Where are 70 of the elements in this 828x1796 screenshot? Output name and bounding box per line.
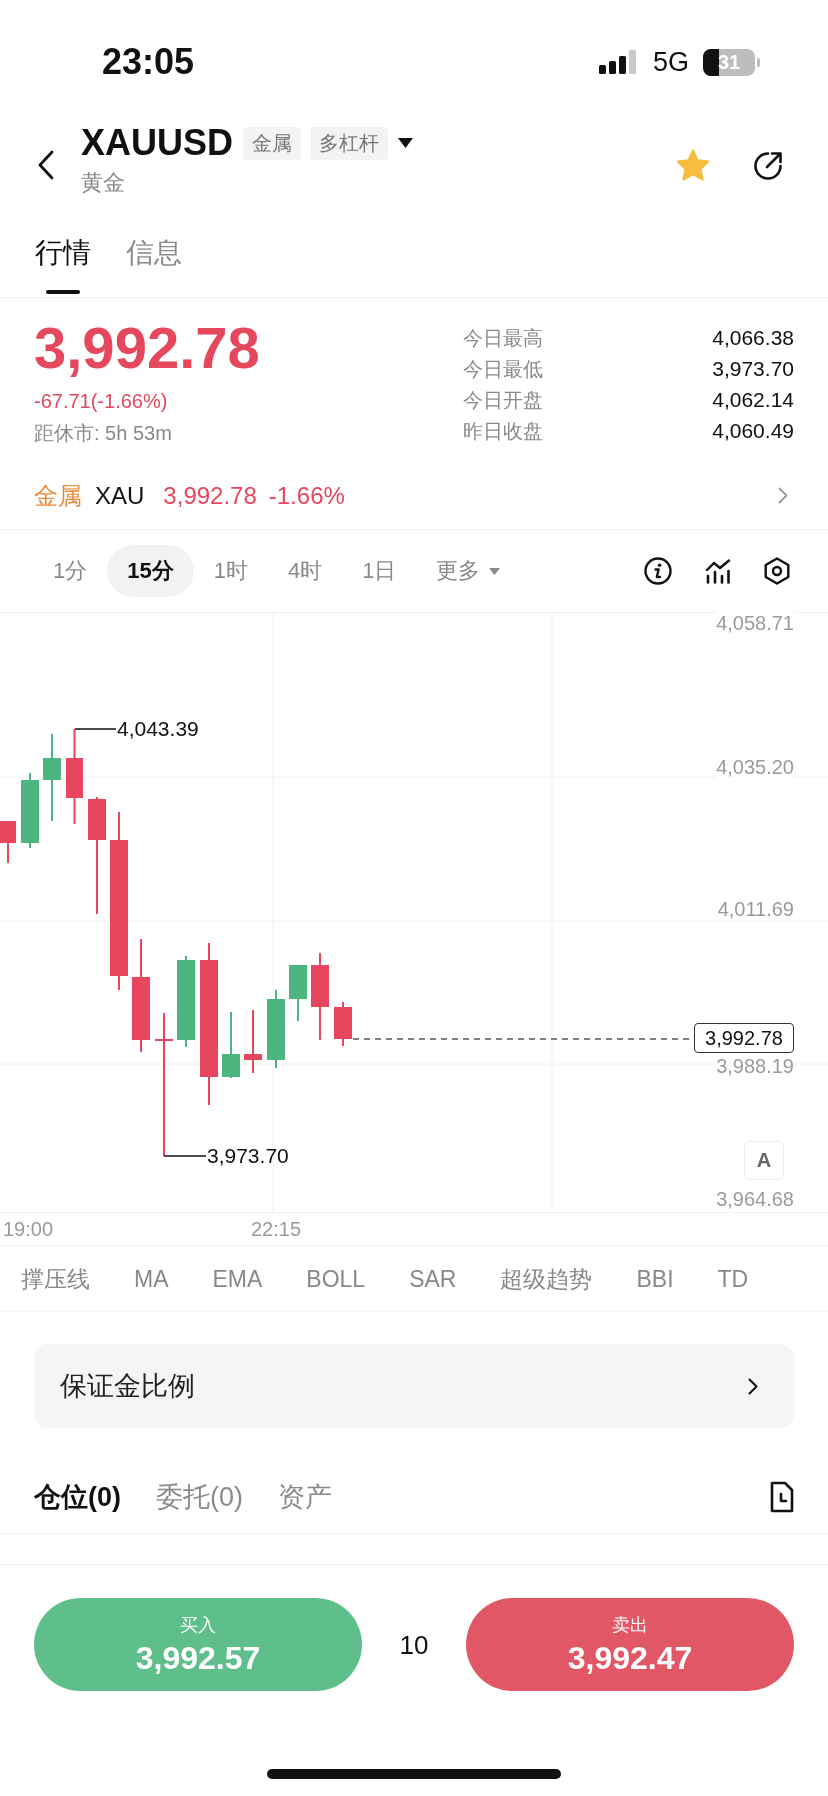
stat-value: 4,060.49 [712, 417, 794, 444]
rising-candle [222, 1011, 240, 1079]
category-tag: 多杠杆 [310, 126, 388, 160]
share-icon[interactable] [752, 149, 784, 182]
indicator-tab[interactable]: 撑压线 [21, 1263, 90, 1294]
indicator-tab[interactable]: SAR [409, 1263, 457, 1294]
high-price-label: 4,043.39 [117, 717, 199, 741]
settings-icon[interactable] [764, 557, 790, 585]
stat-value: 4,066.38 [712, 324, 794, 351]
indicator-chart-icon[interactable] [705, 558, 731, 584]
indicator-tab[interactable]: MA [134, 1263, 169, 1294]
status-time: 23:05 [102, 42, 195, 82]
falling-candle [334, 1001, 352, 1047]
signal-icon [598, 50, 639, 74]
market-close-countdown: 距休市: 5h 53m [34, 421, 172, 445]
falling-candle [244, 1009, 262, 1074]
timeframe-tab[interactable]: 15分 [107, 545, 194, 597]
last-price-tag: 3,992.78 [694, 1023, 794, 1053]
index-price: 3,992.78 [163, 480, 257, 511]
leader-line [74, 728, 117, 730]
low-price-label: 3,973.70 [207, 1144, 289, 1168]
stat-value: 4,062.14 [712, 386, 794, 413]
index-symbol: XAU [95, 480, 145, 511]
back-icon[interactable] [37, 150, 55, 180]
position-tab[interactable]: 资产 [278, 1480, 332, 1514]
falling-candle [0, 820, 16, 864]
position-tab[interactable]: 仓位(0) [34, 1480, 121, 1514]
time-label: 22:15 [251, 1217, 302, 1242]
price-change: -67.71(-1.66%) [34, 389, 168, 413]
history-icon[interactable] [769, 1481, 795, 1513]
auto-scale-button[interactable]: A [744, 1141, 784, 1180]
rising-candle [289, 964, 307, 1022]
stat-value: 3,973.70 [712, 355, 794, 382]
index-change: -1.66% [268, 480, 345, 511]
stat-label: 今日开盘 [463, 387, 543, 413]
caret-down-icon [489, 567, 501, 575]
indicator-tab[interactable]: BBI [636, 1263, 674, 1294]
position-tab[interactable]: 委托(0) [156, 1480, 243, 1514]
time-label: 19:00 [3, 1217, 54, 1242]
more-timeframes-dropdown[interactable]: 更多 [416, 545, 521, 597]
timeframe-tab[interactable]: 1日 [342, 545, 417, 597]
quantity-value: 10 [398, 1629, 430, 1660]
timeframe-tab[interactable]: 4时 [268, 545, 343, 597]
sell-button[interactable]: 卖出 3,992.47 [466, 1598, 794, 1691]
network-label: 5G [652, 47, 689, 77]
last-price: 3,992.78 [34, 316, 260, 380]
indicator-tab[interactable]: EMA [212, 1263, 263, 1294]
axis-label: 4,058.71 [716, 612, 794, 634]
category-label: 金属 [34, 480, 82, 511]
margin-ratio-link[interactable]: 保证金比例 [34, 1344, 794, 1428]
leader-line [163, 1155, 207, 1157]
timeframe-tab[interactable]: 1分 [33, 545, 108, 597]
stat-label: 昨日收盘 [463, 418, 543, 444]
indicator-tab[interactable]: BOLL [306, 1263, 366, 1294]
chevron-right-icon[interactable] [778, 487, 788, 504]
stat-label: 今日最低 [463, 356, 543, 382]
caret-down-icon[interactable] [398, 138, 413, 148]
info-icon[interactable] [644, 557, 672, 585]
tab[interactable]: 信息 [126, 210, 182, 297]
chevron-right-icon [748, 1377, 758, 1395]
timeframe-tab[interactable]: 1时 [193, 545, 268, 597]
star-icon[interactable] [676, 149, 710, 182]
tab[interactable]: 行情 [35, 210, 91, 297]
buy-button[interactable]: 买入 3,992.57 [34, 1598, 362, 1691]
stat-label: 今日最高 [463, 325, 543, 351]
indicator-tab[interactable]: 超级趋势 [500, 1263, 593, 1294]
category-tag: 金属 [243, 126, 301, 160]
symbol-title: XAUUSD [81, 123, 233, 163]
indicator-tab[interactable]: TD [717, 1263, 749, 1294]
symbol-subtitle: 黄金 [81, 170, 125, 196]
